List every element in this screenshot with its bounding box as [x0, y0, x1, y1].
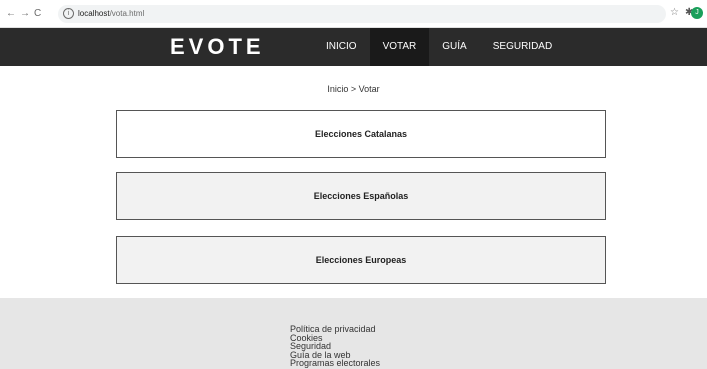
star-icon[interactable]: ☆ — [670, 7, 679, 19]
url-host: localhost — [78, 9, 110, 18]
main-menu: INICIO VOTAR GUÍA SEGURIDAD — [313, 28, 565, 66]
forward-button[interactable]: → — [20, 8, 30, 20]
menu-item-guia[interactable]: GUÍA — [429, 28, 479, 66]
url-text: localhost/vota.html — [78, 8, 144, 20]
menu-item-seguridad[interactable]: SEGURIDAD — [480, 28, 565, 66]
footer-link-programas[interactable]: Programas electorales — [290, 359, 380, 368]
browser-toolbar: ← → C i localhost/vota.html ☆ ✱ J — [0, 0, 707, 28]
site-logo[interactable]: EVOTE — [170, 36, 265, 58]
menu-item-inicio[interactable]: INICIO — [313, 28, 370, 66]
address-bar[interactable]: i localhost/vota.html — [58, 5, 666, 23]
site-header: EVOTE INICIO VOTAR GUÍA SEGURIDAD — [0, 28, 707, 66]
url-path: /vota.html — [109, 9, 145, 18]
election-catalanas-button[interactable]: Elecciones Catalanas — [116, 110, 606, 158]
footer-links: Política de privacidad Cookies Seguridad… — [290, 325, 380, 368]
breadcrumb: Inicio > Votar — [327, 84, 380, 94]
site-footer: Política de privacidad Cookies Seguridad… — [0, 298, 707, 369]
reload-button[interactable]: C — [34, 8, 41, 20]
menu-item-votar[interactable]: VOTAR — [369, 28, 430, 66]
info-icon[interactable]: i — [63, 8, 74, 19]
avatar[interactable]: J — [691, 7, 703, 19]
back-button[interactable]: ← — [6, 8, 16, 20]
election-espanolas-button[interactable]: Elecciones Españolas — [116, 172, 606, 220]
election-europeas-button[interactable]: Elecciones Europeas — [116, 236, 606, 284]
